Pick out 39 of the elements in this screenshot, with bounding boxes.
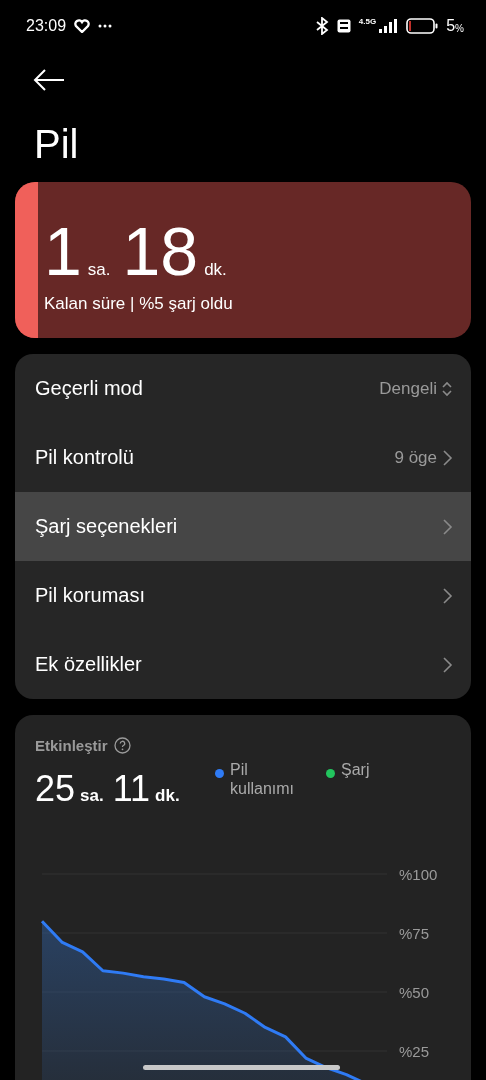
axis-label: %100: [399, 866, 438, 883]
usage-hours-unit: sa.: [80, 786, 104, 806]
battery-percent: 5: [446, 17, 456, 35]
volte-icon: [336, 19, 351, 33]
minutes-value: 18: [122, 218, 199, 284]
percent-sign: %: [455, 22, 464, 34]
chevron-right-icon: [441, 586, 453, 605]
usage-hours: 25: [35, 768, 76, 810]
chevron-right-icon: [441, 655, 453, 674]
signal-icon: [378, 19, 399, 33]
page-title: Pil: [34, 121, 80, 168]
bluetooth-icon: [314, 17, 329, 35]
legend-label: Pil kullanımı: [230, 760, 296, 798]
network-type: 4.5G: [358, 17, 377, 26]
settings-row[interactable]: Geçerli mod Dengeli: [15, 354, 471, 423]
hours-unit: sa.: [87, 260, 111, 280]
up-down-chevron-icon: [441, 379, 453, 398]
axis-label: %50: [399, 984, 430, 1001]
minutes-unit: dk.: [204, 260, 227, 280]
help-icon[interactable]: [113, 737, 131, 754]
chevron-right-icon: [441, 448, 453, 467]
legend-label: Şarj: [341, 760, 370, 779]
usage-minutes-unit: dk.: [155, 786, 180, 806]
heart-icon: [74, 19, 91, 33]
settings-row[interactable]: Şarj seçenekleri: [15, 492, 471, 561]
battery-icon: [406, 18, 439, 34]
chevron-right-icon: [441, 517, 453, 536]
axis-label: %75: [399, 925, 430, 942]
hours-value: 1: [44, 218, 82, 284]
settings-row[interactable]: Ek özellikler: [15, 630, 471, 699]
axis-label: %25: [399, 1043, 430, 1060]
usage-minutes: 11: [112, 768, 151, 810]
back-arrow-icon[interactable]: [32, 68, 66, 92]
more-icon: [98, 24, 113, 28]
status-time: 23:09: [26, 17, 67, 35]
settings-row[interactable]: Pil kontrolü 9 öge: [15, 423, 471, 492]
settings-row[interactable]: Pil koruması: [15, 561, 471, 630]
remaining-caption: Kalan süre | %5 şarj oldu: [44, 294, 233, 314]
usage-heading: Etkinleştir: [35, 737, 108, 754]
